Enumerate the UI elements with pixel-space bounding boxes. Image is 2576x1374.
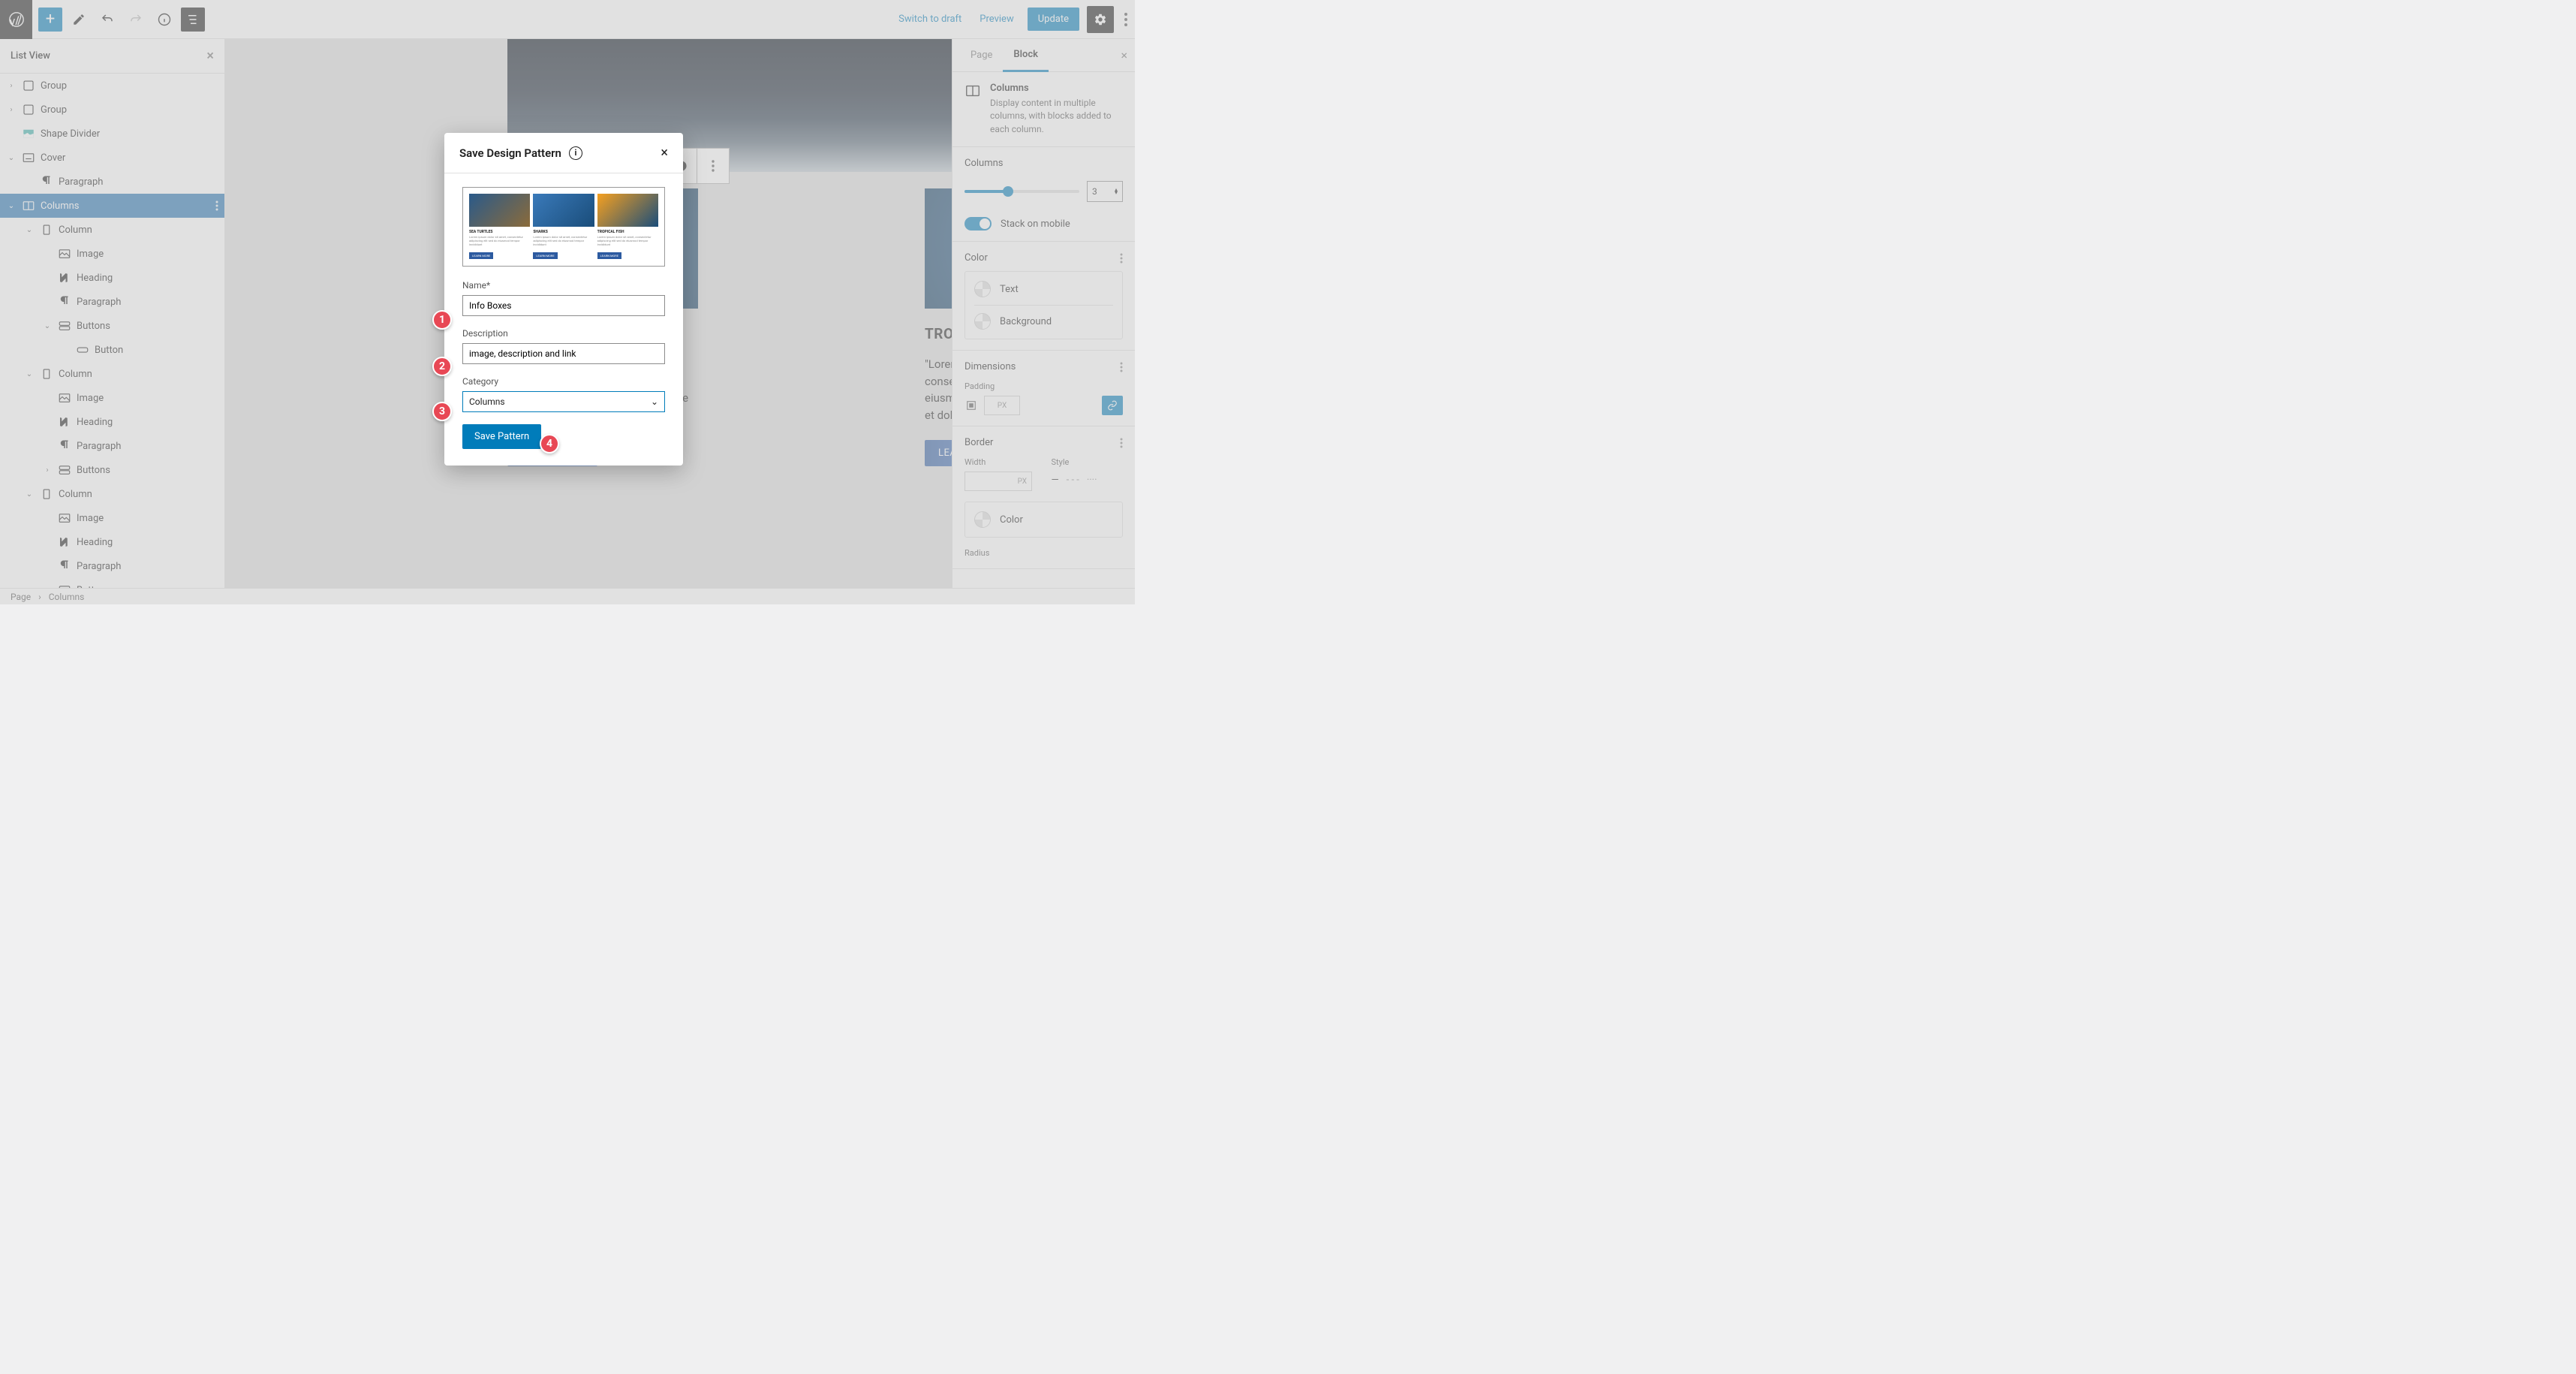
save-pattern-button[interactable]: Save Pattern [462, 424, 541, 449]
chevron-down-icon: ⌄ [651, 396, 658, 407]
name-label: Name* [462, 280, 665, 291]
pattern-name-input[interactable] [462, 295, 665, 316]
pattern-description-input[interactable] [462, 343, 665, 364]
modal-title: Save Design Pattern [459, 146, 561, 160]
callout-3: 3 [432, 402, 452, 421]
pattern-preview: SEA TURTLESLorem ipsum dolor sit amet, c… [462, 187, 665, 267]
callout-2: 2 [432, 357, 452, 376]
pattern-category-select[interactable]: Columns⌄ [462, 391, 665, 412]
close-modal-icon[interactable]: × [661, 145, 668, 161]
save-pattern-modal: Save Design Pattern i × SEA TURTLESLorem… [444, 133, 683, 466]
callout-4: 4 [540, 434, 559, 453]
description-label: Description [462, 328, 665, 339]
info-icon[interactable]: i [569, 146, 582, 160]
category-label: Category [462, 376, 665, 387]
callout-1: 1 [432, 310, 452, 330]
